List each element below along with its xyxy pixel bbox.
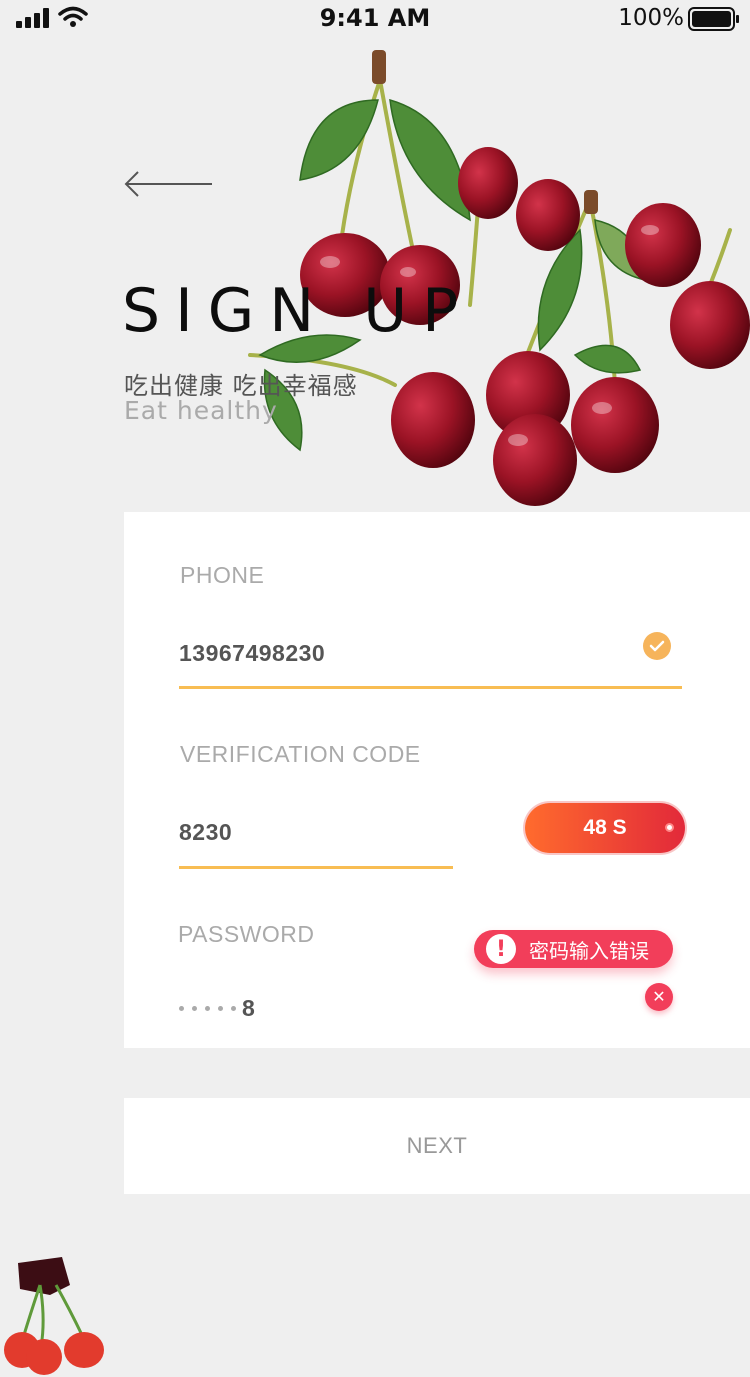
- mask-dot: [179, 1006, 184, 1011]
- status-bar: 9:41 AM 100%: [0, 0, 750, 38]
- signup-screen: 9:41 AM 100% SIGN UP 吃出健康 吃出幸福感 Eat heal…: [0, 0, 750, 1377]
- timer-label: 48 S: [583, 816, 627, 839]
- resend-timer-button[interactable]: 48 S: [525, 803, 685, 853]
- mask-dot: [218, 1006, 223, 1011]
- clear-password-icon[interactable]: ✕: [645, 983, 673, 1011]
- phone-underline: [179, 686, 682, 689]
- mask-dot: [192, 1006, 197, 1011]
- back-arrow-icon[interactable]: [124, 170, 214, 198]
- alert-icon: !: [486, 934, 516, 964]
- battery-icon: [688, 7, 739, 31]
- phone-label: PHONE: [180, 562, 265, 588]
- error-message: 密码输入错误: [529, 938, 649, 963]
- battery-percent: 100%: [618, 5, 684, 31]
- signup-form-card: PHONE 13967498230 VERIFICATION CODE 8230…: [124, 512, 750, 1048]
- password-input[interactable]: 8: [179, 995, 255, 1022]
- check-icon: [643, 632, 671, 660]
- verification-code-label: VERIFICATION CODE: [180, 741, 421, 767]
- code-underline: [179, 866, 453, 869]
- password-error-toast: ! 密码输入错误: [474, 930, 673, 968]
- phone-input[interactable]: 13967498230: [179, 640, 325, 667]
- subtitle-english: Eat healthy: [124, 396, 278, 425]
- password-label: PASSWORD: [178, 921, 315, 947]
- mask-dot: [231, 1006, 236, 1011]
- next-button[interactable]: NEXT: [124, 1098, 750, 1194]
- verification-code-input[interactable]: 8230: [179, 819, 232, 846]
- mask-dot: [205, 1006, 210, 1011]
- page-title: SIGN UP: [122, 276, 474, 346]
- password-last-char: 8: [242, 995, 255, 1021]
- timer-dot-icon: [665, 823, 674, 832]
- small-cherries-image: [4, 1257, 104, 1375]
